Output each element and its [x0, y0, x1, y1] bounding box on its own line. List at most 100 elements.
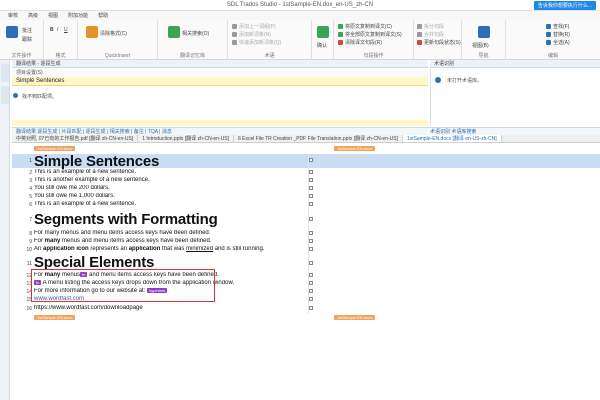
segment-row[interactable]: 14 For more information go to our websit… — [12, 288, 600, 296]
segment-row[interactable]: 12 For many menus fn and menu items acces… — [12, 272, 600, 280]
segment-status-box[interactable] — [309, 194, 313, 198]
segment-row[interactable]: 8 For many menus and menu items access k… — [12, 230, 600, 238]
menu-addons[interactable]: 附加功能 — [68, 12, 88, 19]
menu-advanced[interactable]: 高级 — [28, 12, 38, 19]
segment-status-box[interactable] — [309, 231, 313, 235]
merge-segment-button[interactable]: 合并句段 — [417, 31, 444, 38]
italic-button[interactable]: I — [57, 27, 58, 33]
segment-source[interactable]: fn A menu listing the access keys drops … — [34, 280, 304, 286]
bold-button[interactable]: B — [50, 27, 54, 33]
segment-number: 14 — [26, 289, 32, 295]
segment-source[interactable]: You still owe me 200 dollars. — [34, 185, 304, 191]
segment-status-box[interactable] — [309, 239, 313, 243]
confirm-icon[interactable] — [317, 26, 329, 38]
info-icon — [435, 77, 441, 83]
segment-row[interactable]: 3 This is another example of a new sente… — [12, 177, 600, 185]
segment-source[interactable]: Special Elements — [34, 254, 304, 271]
copy-source-button[interactable]: 将原文复制到译文(C) — [338, 23, 392, 30]
update-status-button[interactable]: 更新句段状态(S) — [417, 39, 461, 46]
menu-help[interactable]: 帮助 — [98, 12, 108, 19]
segment-source[interactable]: This is an example of a new sentence. — [34, 169, 304, 175]
concordance-search-button[interactable]: 相关搜索(O) — [182, 30, 209, 37]
comment-icon[interactable] — [6, 26, 18, 38]
menu-view[interactable]: 视图 — [48, 12, 58, 19]
comment-button[interactable]: 批注 — [22, 27, 32, 34]
view-icon[interactable] — [478, 26, 490, 38]
segment-row[interactable]: 6 This is an example of a new sentence. — [12, 201, 600, 209]
segment-status-box[interactable] — [309, 306, 313, 310]
segment-status-box[interactable] — [309, 261, 313, 265]
doc-tab-3[interactable]: 6 Excel File TR Creation _PDF File Trans… — [234, 135, 403, 142]
segment-number: 8 — [29, 231, 32, 237]
add-prev-term-button[interactable]: 添加上一词组(P) — [232, 23, 276, 30]
doc-tab-1[interactable]: 中英对照, 07已有的工作报告.pdf [翻译 zh-CN-en-US] — [12, 135, 139, 142]
segment-status-box[interactable] — [309, 289, 313, 293]
segment-source[interactable]: This is another example of a new sentenc… — [34, 177, 304, 183]
segment-source[interactable]: For many menus and menu items access key… — [34, 238, 304, 244]
add-term-icon — [232, 24, 237, 29]
segment-row[interactable]: 4 You still owe me 200 dollars. — [12, 185, 600, 193]
nav-tab-1[interactable] — [1, 64, 9, 82]
select-all-button[interactable]: 全选(A) — [546, 39, 570, 46]
segment-status-box[interactable] — [309, 158, 313, 162]
segment-status-box[interactable] — [309, 170, 313, 174]
nav-tab-2[interactable] — [1, 86, 9, 104]
segment-row[interactable]: 1 Simple Sentences — [12, 153, 600, 170]
segment-source[interactable]: This is an example of a new sentence. — [34, 201, 304, 207]
view-button[interactable]: 视图(B) — [472, 42, 489, 49]
term-note: 未打开术语库。 — [447, 78, 483, 84]
add-new-term-button[interactable]: 添加新词条(N) — [232, 31, 271, 38]
quick-add-term-button[interactable]: 快速添加新词条(Q) — [232, 39, 281, 46]
hyperlink[interactable]: www.wordfast.com — [34, 296, 84, 302]
confirm-button[interactable]: 确认 — [317, 42, 327, 49]
segment-status-box[interactable] — [309, 217, 313, 221]
find-button[interactable]: 查找(F) — [546, 23, 569, 30]
segment-source[interactable]: For more information go to our website a… — [34, 288, 304, 294]
file-tag-target-start: 1stSample-EN.docx — [334, 146, 376, 151]
clear-format-icon[interactable] — [86, 26, 98, 38]
segment-row[interactable]: 13 fn A menu listing the access keys dro… — [12, 280, 600, 288]
clear-format-button[interactable]: 清除格式(C) — [100, 30, 127, 37]
segment-number: 16 — [26, 306, 32, 312]
segment-row[interactable]: 16 https://www.wordfast.com/downloadpage — [12, 305, 600, 313]
segment-row[interactable]: 5 You still owe me 1,000 dollars. — [12, 193, 600, 201]
segment-status-box[interactable] — [309, 297, 313, 301]
menu-review[interactable]: 审校 — [8, 12, 18, 19]
segment-source[interactable]: Segments with Formatting — [34, 211, 304, 228]
underline-button[interactable]: U — [64, 27, 68, 33]
segment-row[interactable]: 9 For many menus and menu items access k… — [12, 238, 600, 246]
segment-source[interactable]: You still owe me 1,000 dollars. — [34, 193, 304, 199]
copy-all-source-button[interactable]: 将全部原文复制到译文(S) — [338, 31, 402, 38]
doc-tab-4[interactable]: 1stSample-EN.docx [翻译 en-US-zh-CN] — [402, 135, 502, 142]
segment-status-box[interactable] — [309, 178, 313, 182]
window-title: SDL Trados Studio - 1stSample-EN.dox_en-… — [226, 2, 374, 8]
segment-row[interactable]: 2 This is an example of a new sentence. — [12, 169, 600, 177]
group-caption-file: 文件操作 — [11, 53, 32, 59]
segment-source[interactable]: www.wordfast.com — [34, 296, 304, 302]
segment-row[interactable]: 15 www.wordfast.com — [12, 296, 600, 304]
hyperlink-tag[interactable]: hyperlink — [147, 288, 168, 293]
segment-row[interactable]: 10 An application icon represents an app… — [12, 246, 600, 254]
segment-source[interactable]: https://www.wordfast.com/downloadpage — [34, 305, 304, 311]
segment-row[interactable]: 7 Segments with Formatting — [12, 211, 600, 229]
tm-toolbar[interactable]: 项目设置(S) — [12, 69, 428, 77]
track-button[interactable]: 跟踪 — [22, 36, 32, 43]
tell-me-button[interactable]: 告诉我你想要执行什么... — [533, 1, 596, 10]
segment-source[interactable]: An application icon represents an applic… — [34, 246, 304, 252]
clear-target-button[interactable]: 清除译文句段(R) — [338, 39, 382, 46]
segment-status-box[interactable] — [309, 202, 313, 206]
segment-status-box[interactable] — [309, 273, 313, 277]
replace-button[interactable]: 替换(R) — [546, 31, 570, 38]
segment-source[interactable]: For many menus and menu items access key… — [34, 230, 304, 236]
ribbon-group-tm: 相关搜索(O) 翻译记忆库 — [158, 20, 228, 60]
doc-tab-2[interactable]: 1 Introduction.pptx [翻译 zh-CN-en-US] — [138, 135, 234, 142]
segment-status-box[interactable] — [309, 186, 313, 190]
segment-row[interactable]: 11 Special Elements — [12, 254, 600, 272]
segment-source[interactable]: Simple Sentences — [34, 153, 304, 170]
ribbon-group-edit: 查找(F) 替换(R) 全选(A) 编辑 — [506, 20, 600, 60]
segment-status-box[interactable] — [309, 247, 313, 251]
split-segment-button[interactable]: 拆分句段 — [417, 23, 444, 30]
segment-source[interactable]: For many menus fn and menu items access k… — [34, 272, 304, 278]
concordance-search-icon[interactable] — [168, 26, 180, 38]
segment-status-box[interactable] — [309, 281, 313, 285]
